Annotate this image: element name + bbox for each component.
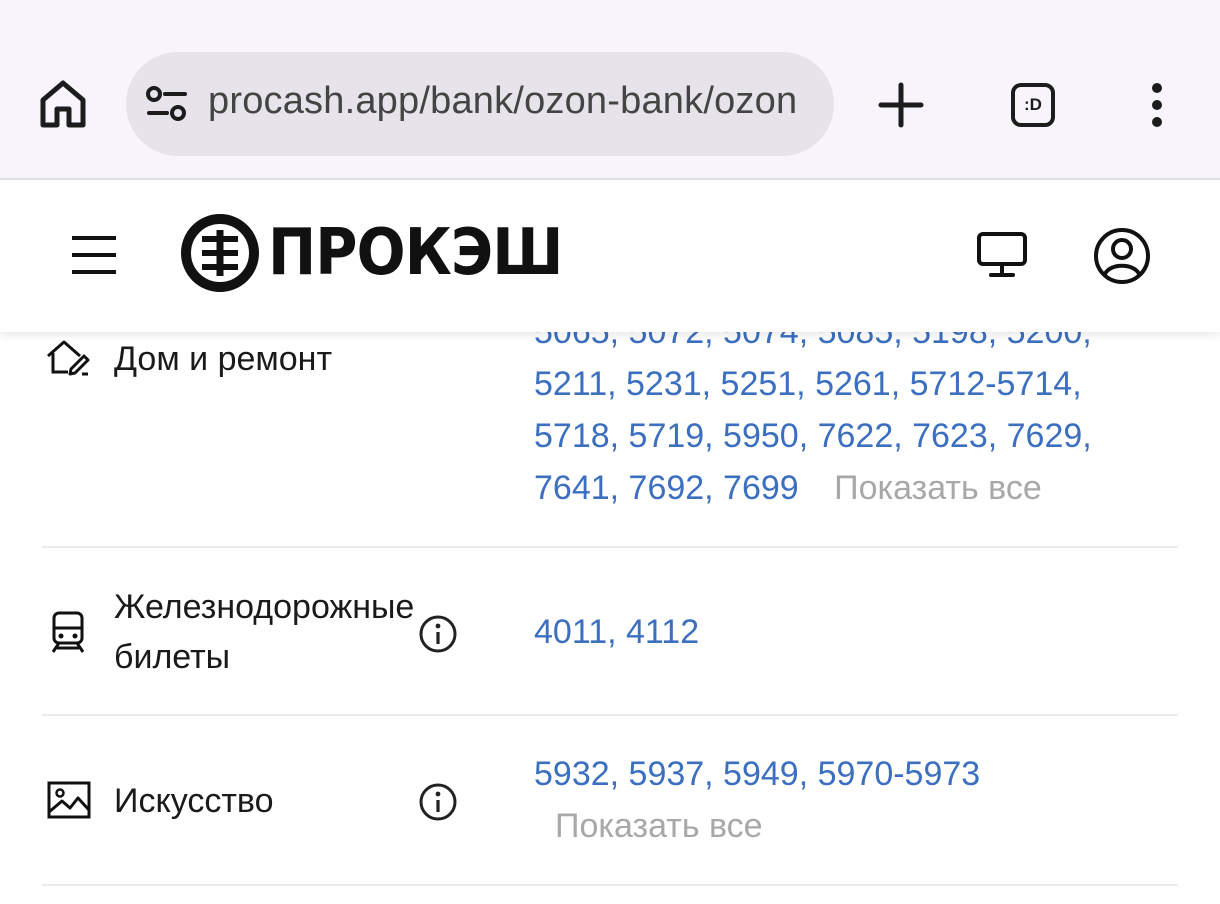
house-repair-icon: [44, 336, 92, 380]
new-tab-icon[interactable]: [878, 82, 924, 128]
info-icon[interactable]: [418, 614, 458, 654]
info-icon[interactable]: [418, 782, 458, 822]
show-all-link[interactable]: Показать все: [834, 469, 1042, 507]
home-icon[interactable]: [38, 78, 88, 130]
more-menu-icon[interactable]: [1142, 80, 1172, 130]
train-icon: [50, 610, 86, 654]
tab-switcher-label: :D: [1011, 83, 1055, 127]
site-settings-icon[interactable]: [145, 86, 189, 122]
mcc-codes-text: 7641, 7692, 7699: [534, 469, 799, 507]
desktop-version-icon[interactable]: [974, 230, 1030, 280]
tab-switcher-button[interactable]: :D: [1008, 80, 1058, 130]
row-divider: [42, 884, 1178, 886]
logo-text[interactable]: ПРОКЭШ: [268, 214, 563, 292]
show-all-link[interactable]: Показать все: [555, 800, 763, 852]
url-text[interactable]: procash.app/bank/ozon-bank/ozon: [208, 80, 814, 123]
row-divider: [42, 546, 1178, 548]
picture-icon: [46, 780, 92, 820]
mcc-codes-line: 5932, 5937, 5949, 5970-5973: [534, 755, 981, 793]
mcc-codes-line: 7641, 7692, 7699 Показать все: [534, 462, 1042, 514]
category-name: Искусство: [114, 782, 274, 820]
mcc-codes-line: 5718, 5719, 5950, 7622, 7623, 7629,: [534, 417, 1092, 455]
mcc-codes-line: 5211, 5231, 5251, 5261, 5712-5714,: [534, 365, 1082, 403]
category-name-line: билеты: [114, 638, 231, 676]
logo-emblem-icon[interactable]: [180, 212, 260, 294]
account-icon[interactable]: [1092, 226, 1152, 286]
category-name: Дом и ремонт: [114, 340, 333, 378]
category-name-line: Железнодорожные: [114, 588, 415, 626]
mcc-codes-line: 4011, 4112: [534, 613, 700, 651]
row-divider: [42, 714, 1178, 716]
hamburger-menu-icon[interactable]: [68, 232, 120, 278]
